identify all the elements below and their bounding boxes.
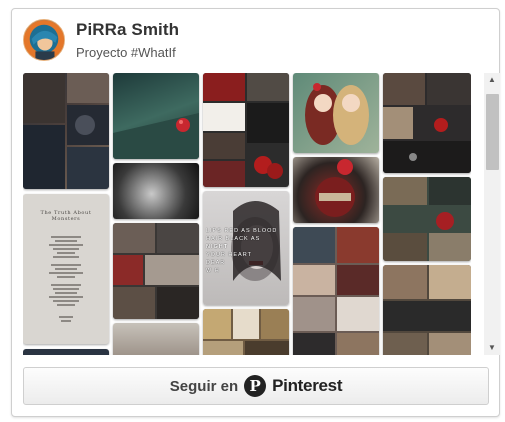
pinterest-wordmark: Pinterest bbox=[272, 376, 343, 395]
night-card-text: LIPS RED AS BLOOD HAIR BLACK AS NIGHT YO… bbox=[206, 227, 277, 275]
scrollbar-thumb[interactable] bbox=[486, 94, 499, 170]
pin-collage-fantasy[interactable] bbox=[23, 73, 109, 189]
pin-poison-apple[interactable] bbox=[293, 157, 379, 223]
pin-poem[interactable]: The Truth About Monsters bbox=[23, 194, 109, 344]
pin-grid: The Truth About Monsters LIPS RED AS BLO… bbox=[23, 73, 471, 355]
pin-dark-partial[interactable] bbox=[23, 349, 109, 355]
night-line-1: LIPS RED AS BLOOD bbox=[206, 228, 278, 234]
pin-girls-illustration[interactable] bbox=[293, 73, 379, 153]
user-name[interactable]: PiRRa Smith bbox=[76, 20, 179, 40]
pin-collage-teacups[interactable] bbox=[293, 227, 379, 355]
pinterest-board-widget: PiRRa Smith Proyecto #WhatIf The Truth A… bbox=[11, 8, 500, 417]
night-line-2: HAIR BLACK AS bbox=[206, 236, 261, 242]
pin-lips-red-as-blood[interactable]: LIPS RED AS BLOOD HAIR BLACK AS NIGHT YO… bbox=[203, 191, 289, 305]
pin-silver-ornament[interactable] bbox=[113, 163, 199, 219]
poem-text-lines bbox=[49, 236, 83, 322]
pin-collage-gold[interactable] bbox=[203, 309, 289, 355]
avatar[interactable] bbox=[23, 19, 65, 61]
arrow-up-icon[interactable]: ▲ bbox=[484, 73, 500, 87]
pin-collage-books[interactable] bbox=[113, 223, 199, 319]
pin-collage-apples[interactable] bbox=[383, 177, 471, 261]
pin-collage-dark[interactable] bbox=[383, 73, 471, 173]
pin-collage-red[interactable] bbox=[203, 73, 289, 187]
board-name[interactable]: Proyecto #WhatIf bbox=[76, 45, 176, 60]
pin-collage-castle[interactable] bbox=[383, 265, 471, 355]
night-line-4: YOUR HEART bbox=[206, 252, 252, 258]
night-line-6: W H bbox=[206, 268, 220, 274]
arrow-down-icon[interactable]: ▼ bbox=[484, 341, 500, 355]
vertical-scrollbar[interactable]: ▲ ▼ bbox=[484, 73, 500, 355]
pinterest-logo-icon: P bbox=[244, 375, 267, 397]
pin-collage-light[interactable] bbox=[113, 323, 199, 355]
poem-title: The Truth About Monsters bbox=[40, 210, 92, 222]
night-line-5: DEAR bbox=[206, 260, 226, 266]
pin-apple-ground[interactable] bbox=[113, 73, 199, 159]
night-line-3: NIGHT bbox=[206, 244, 229, 250]
follow-on-pinterest-button[interactable]: Seguir en P Pinterest bbox=[23, 367, 489, 405]
follow-button-label: Seguir en bbox=[169, 377, 239, 395]
